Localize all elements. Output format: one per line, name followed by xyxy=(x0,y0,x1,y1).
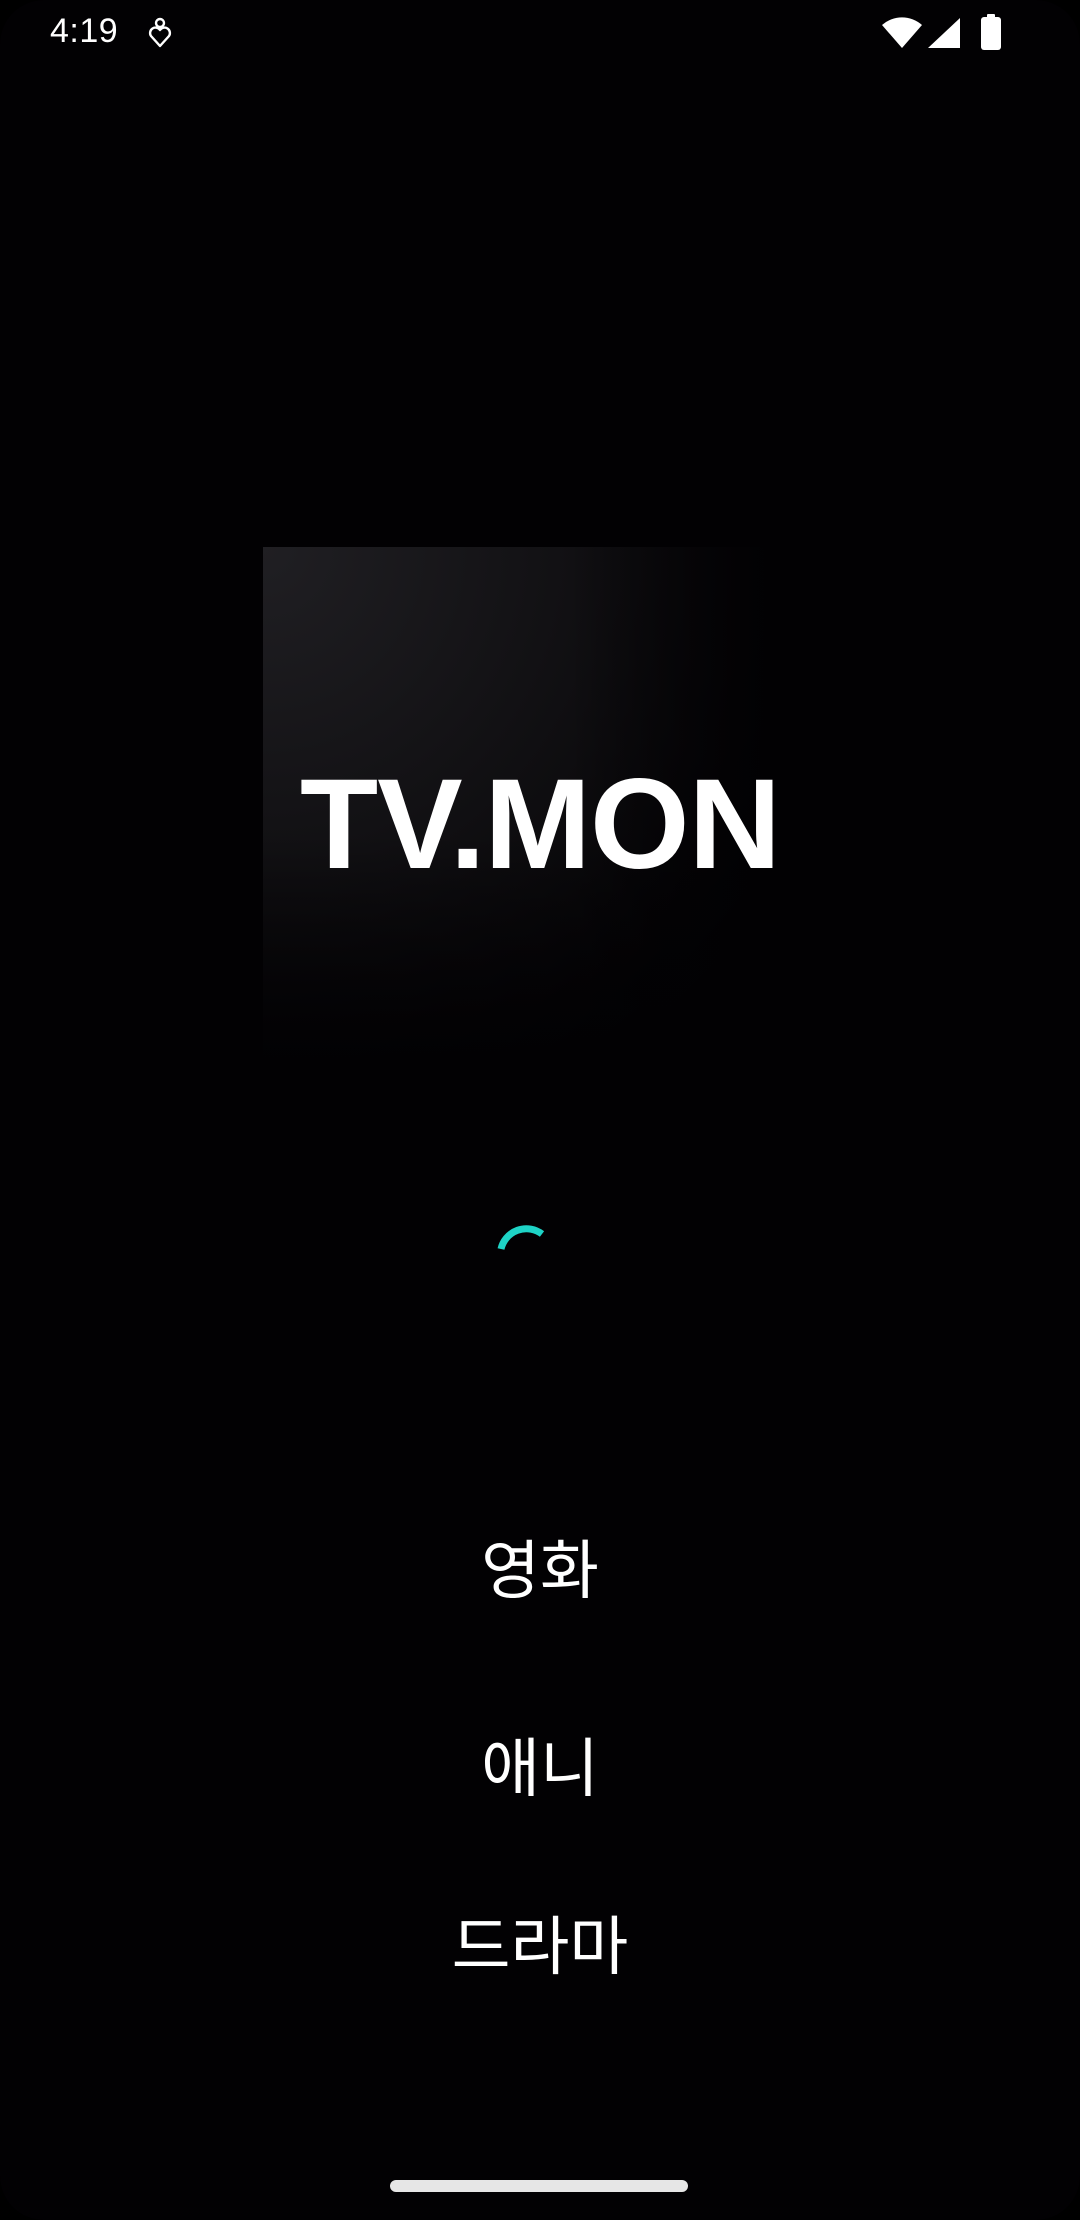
loading-spinner-icon xyxy=(497,1225,545,1250)
wifi-icon xyxy=(882,17,922,48)
status-time: 4:19 xyxy=(50,12,119,50)
notification-icon xyxy=(148,17,172,48)
battery-icon xyxy=(981,14,1001,50)
app-logo: TV.MON xyxy=(300,753,781,896)
category-drama[interactable]: 드라마 xyxy=(0,1908,1080,1988)
status-bar: 4:19 xyxy=(0,0,1080,66)
gesture-navigation-handle[interactable] xyxy=(390,2180,688,2192)
category-movie[interactable]: 영화 xyxy=(0,1532,1080,1612)
splash-screen: 4:19 TV.MON 영화 애니 드라마 xyxy=(0,0,1080,2220)
cellular-signal-icon xyxy=(928,18,960,48)
category-anime[interactable]: 애니 xyxy=(0,1730,1080,1810)
